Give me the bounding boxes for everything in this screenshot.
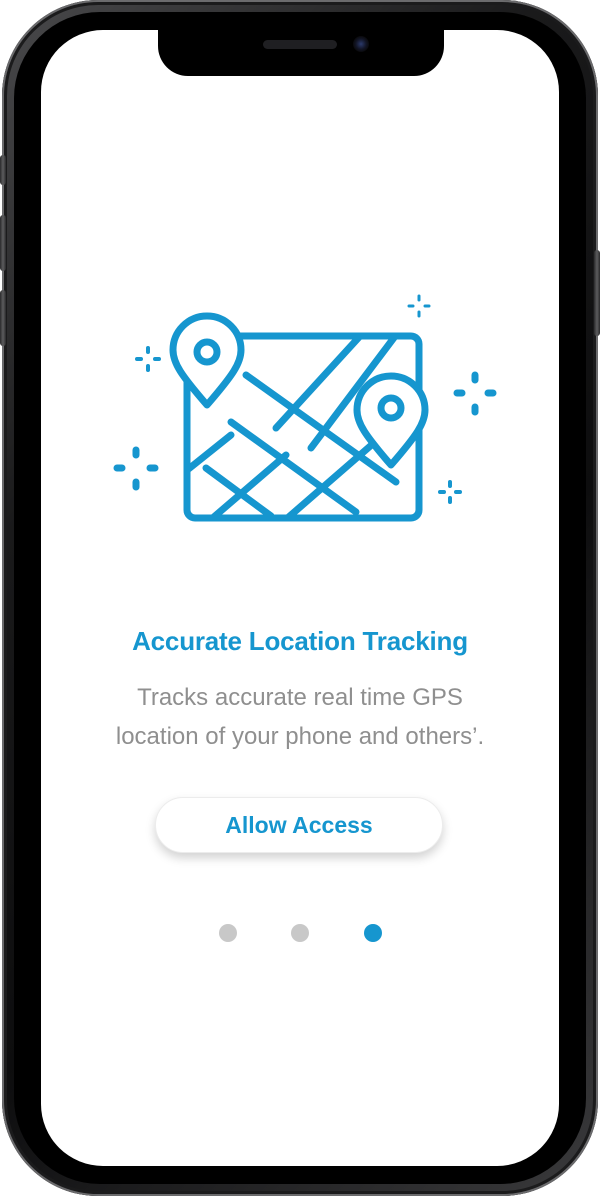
description-line: location of your phone and others’.: [115, 723, 485, 750]
onboarding-description: Tracks accurate real time GPS location o…: [41, 678, 559, 756]
sparkle-right-large-icon: [453, 371, 497, 416]
description-line: Tracks accurate real time GPS: [137, 684, 463, 711]
speaker-grille: [263, 40, 337, 49]
page-indicator-dot-3-active[interactable]: [364, 924, 382, 942]
front-camera-icon: [353, 36, 369, 52]
volume-up-button: [0, 215, 6, 271]
location-pin-left-icon: [169, 312, 245, 409]
power-button: [594, 250, 600, 336]
allow-access-button[interactable]: Allow Access: [155, 797, 443, 853]
sparkle-right-small-icon: [438, 480, 462, 504]
onboarding-screen: Accurate Location Tracking Tracks accura…: [41, 30, 559, 1166]
page-indicator-dot-1[interactable]: [219, 924, 237, 942]
map-with-location-pins-icon: [113, 294, 497, 522]
mute-switch: [0, 155, 6, 185]
notch: [158, 30, 444, 76]
sparkle-left-small-icon: [135, 346, 161, 372]
sparkle-left-large-icon: [113, 446, 159, 491]
sparkle-top-right-icon: [407, 294, 431, 318]
page-indicator-dot-2[interactable]: [291, 924, 309, 942]
volume-down-button: [0, 290, 6, 346]
onboarding-title: Accurate Location Tracking: [132, 626, 468, 656]
